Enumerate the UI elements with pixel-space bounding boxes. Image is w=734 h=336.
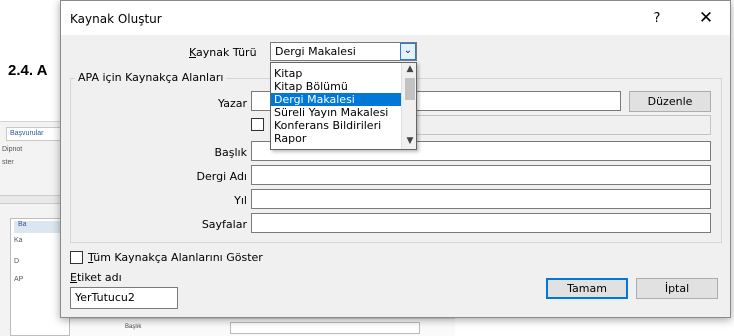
dropdown-option[interactable]: Dergi Makalesi [271, 93, 401, 106]
edit-button[interactable]: Düzenle [629, 91, 711, 112]
dropdown-scrollbar[interactable]: ▲ ▼ [401, 63, 416, 149]
embedded-label: Ka [14, 237, 23, 244]
year-label: Yıl [234, 194, 247, 207]
embedded-label-baslik: Başlık [125, 324, 142, 330]
tag-name-input[interactable]: YerTutucu2 [70, 287, 178, 309]
ribbon-tab-references: Başvurular [6, 127, 62, 141]
tag-name-label: Etiket adı [70, 271, 122, 284]
ok-button[interactable]: Tamam [546, 278, 628, 299]
chevron-down-icon[interactable]: ▼ [402, 135, 416, 148]
embedded-label: D [14, 258, 20, 265]
journal-field[interactable] [251, 165, 711, 185]
chevron-down-icon[interactable]: ⌄ [400, 43, 416, 60]
source-type-select[interactable]: Dergi Makalesi [270, 42, 417, 61]
source-type-value: Dergi Makalesi [275, 45, 356, 58]
group-title: APA için Kaynakça Alanları [75, 71, 227, 84]
dropdown-option[interactable]: Süreli Yayın Makalesi [271, 106, 401, 119]
help-button[interactable]: ? [645, 9, 669, 29]
chevron-up-icon[interactable]: ▲ [402, 63, 416, 76]
create-source-dialog: Kaynak Oluştur ? ✕ Kaynak Türü Dergi Mak… [60, 0, 731, 318]
ribbon-item: ster [2, 159, 14, 166]
corporate-author-checkbox[interactable] [251, 118, 264, 131]
year-field[interactable] [251, 189, 711, 209]
author-label: Yazar [218, 97, 247, 110]
dropdown-option[interactable]: Kitap [271, 67, 401, 80]
title-bar: Kaynak Oluştur ? ✕ [61, 1, 730, 35]
dropdown-option[interactable]: Kitap Bölümü [271, 80, 401, 93]
embedded-label: AP [14, 276, 24, 283]
ribbon-item-dipnot: Dipnot [2, 146, 23, 153]
journal-label: Dergi Adı [196, 170, 247, 183]
cancel-button[interactable]: İptal [636, 278, 718, 299]
document-heading: 2.4. A [8, 62, 48, 79]
scrollbar-thumb[interactable] [405, 78, 415, 100]
source-type-label: Kaynak Türü [189, 46, 257, 59]
close-button[interactable]: ✕ [693, 7, 719, 29]
dropdown-option[interactable]: Konferans Bildirileri [271, 119, 401, 132]
dropdown-option[interactable]: Rapor [271, 132, 401, 145]
show-all-fields-label[interactable]: Tüm Kaynakça Alanlarını Göster [88, 251, 263, 264]
source-type-dropdown-list[interactable]: Kitap Kitap Bölümü Dergi Makalesi Süreli Ya… [270, 62, 417, 150]
embedded-field [230, 322, 420, 334]
pages-field[interactable] [251, 213, 711, 233]
tag-name-value: YerTutucu2 [75, 291, 135, 304]
show-all-fields-checkbox[interactable] [70, 251, 83, 264]
title-label: Başlık [214, 146, 247, 159]
pages-label: Sayfalar [201, 218, 247, 231]
embedded-form-strip: Başlık [70, 318, 455, 336]
dialog-title: Kaynak Oluştur [70, 12, 162, 26]
